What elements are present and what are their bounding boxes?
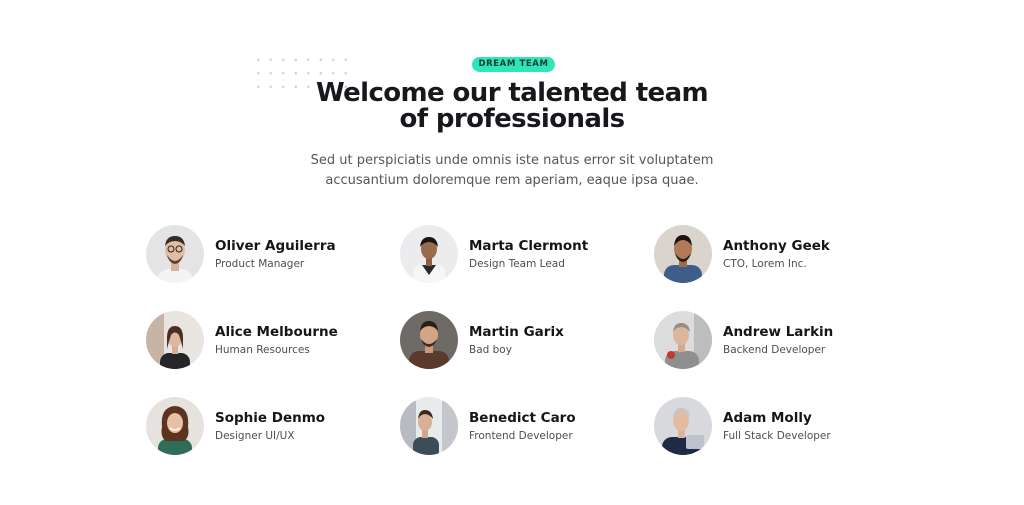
team-member-info: Adam Molly Full Stack Developer [723,410,831,443]
team-member-name: Marta Clermont [469,237,589,254]
team-member-role: Human Resources [215,343,310,356]
team-member-card[interactable]: Sophie Denmo Designer UI/UX [146,396,376,456]
avatar-photo [146,225,204,283]
team-member-role: Frontend Developer [469,429,573,442]
team-member-card[interactable]: Benedict Caro Frontend Developer [400,396,630,456]
team-member-name: Anthony Geek [723,237,830,254]
team-member-card[interactable]: Adam Molly Full Stack Developer [654,396,884,456]
team-member-role: CTO, Lorem Inc. [723,257,807,270]
team-member-name: Alice Melbourne [215,323,338,340]
team-member-role: Design Team Lead [469,257,565,270]
avatar-photo [400,397,458,455]
team-member-name: Martin Garix [469,323,564,340]
team-member-card[interactable]: Martin Garix Bad boy [400,310,630,370]
team-member-info: Martin Garix Bad boy [469,324,564,357]
team-member-role: Bad boy [469,343,512,356]
team-member-info: Sophie Denmo Designer UI/UX [215,410,325,443]
avatar-photo [400,225,458,283]
team-member-role: Product Manager [215,257,305,270]
team-member-card[interactable]: Anthony Geek CTO, Lorem Inc. [654,224,884,284]
team-member-card[interactable]: Alice Melbourne Human Resources [146,310,376,370]
team-member-role: Backend Developer [723,343,826,356]
team-section: DREAM TEAM Welcome our talented team of … [0,0,1024,505]
avatar-photo [146,311,204,369]
team-member-info: Benedict Caro Frontend Developer [469,410,576,443]
team-member-card[interactable]: Andrew Larkin Backend Developer [654,310,884,370]
team-grid: Oliver Aguilerra Product Manager Marta C… [0,0,1024,505]
team-member-info: Andrew Larkin Backend Developer [723,324,833,357]
avatar-photo [400,311,458,369]
team-member-info: Anthony Geek CTO, Lorem Inc. [723,238,830,271]
avatar-photo [146,397,204,455]
team-member-role: Full Stack Developer [723,429,831,442]
team-member-card[interactable]: Marta Clermont Design Team Lead [400,224,630,284]
avatar-photo [654,225,712,283]
team-member-name: Adam Molly [723,409,812,426]
avatar-photo [654,311,712,369]
team-member-role: Designer UI/UX [215,429,295,442]
team-member-card[interactable]: Oliver Aguilerra Product Manager [146,224,376,284]
team-member-name: Benedict Caro [469,409,576,426]
team-member-name: Oliver Aguilerra [215,237,336,254]
avatar-photo [654,397,712,455]
team-member-info: Marta Clermont Design Team Lead [469,238,588,271]
team-member-name: Andrew Larkin [723,323,834,340]
team-member-name: Sophie Denmo [215,409,326,426]
team-member-info: Oliver Aguilerra Product Manager [215,238,336,271]
team-member-info: Alice Melbourne Human Resources [215,324,338,357]
